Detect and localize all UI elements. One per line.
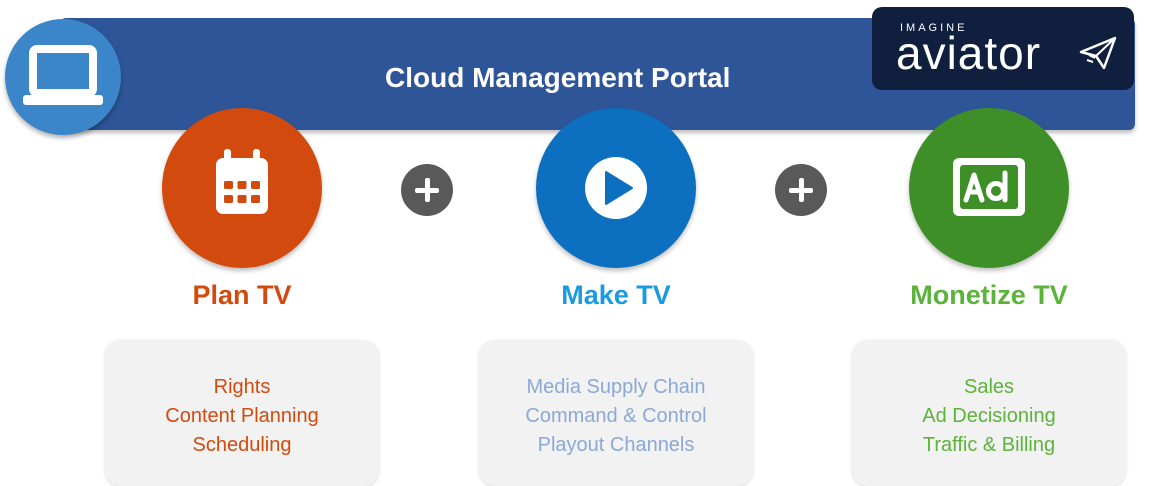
plan-tv-title: Plan TV <box>192 280 292 310</box>
make-tv-box: Media Supply Chain Command & Control Pla… <box>479 340 753 486</box>
list-item: Media Supply Chain <box>526 376 706 398</box>
list-item: Playout Channels <box>537 434 695 456</box>
list-item: Scheduling <box>192 434 292 456</box>
ad-icon <box>953 158 1025 216</box>
plus-icon <box>401 164 453 216</box>
make-tv-circle <box>536 108 696 268</box>
plan-tv-box: Rights Content Planning Scheduling <box>105 340 379 486</box>
calendar-icon <box>216 149 268 214</box>
aviator-logo: IMAGINE aviator <box>872 7 1134 90</box>
banner-title: Cloud Management Portal <box>385 62 731 93</box>
make-tv-title: Make TV <box>561 280 671 310</box>
play-icon <box>585 157 647 219</box>
list-item: Ad Decisioning <box>922 405 1056 427</box>
plan-tv-circle <box>162 108 322 268</box>
list-item: Rights <box>213 376 271 398</box>
laptop-circle <box>5 19 121 135</box>
plus-icon <box>775 164 827 216</box>
monetize-tv-title: Monetize TV <box>910 280 1068 310</box>
logo-brand-big: aviator <box>896 27 1042 79</box>
list-item: Sales <box>963 376 1015 398</box>
paper-plane-icon <box>1079 36 1117 70</box>
list-item: Content Planning <box>165 405 319 427</box>
list-item: Command & Control <box>525 405 707 427</box>
list-item: Traffic & Billing <box>922 434 1056 456</box>
monetize-tv-box: Sales Ad Decisioning Traffic & Billing <box>852 340 1126 486</box>
monetize-tv-circle <box>909 108 1069 268</box>
laptop-icon <box>23 45 103 105</box>
